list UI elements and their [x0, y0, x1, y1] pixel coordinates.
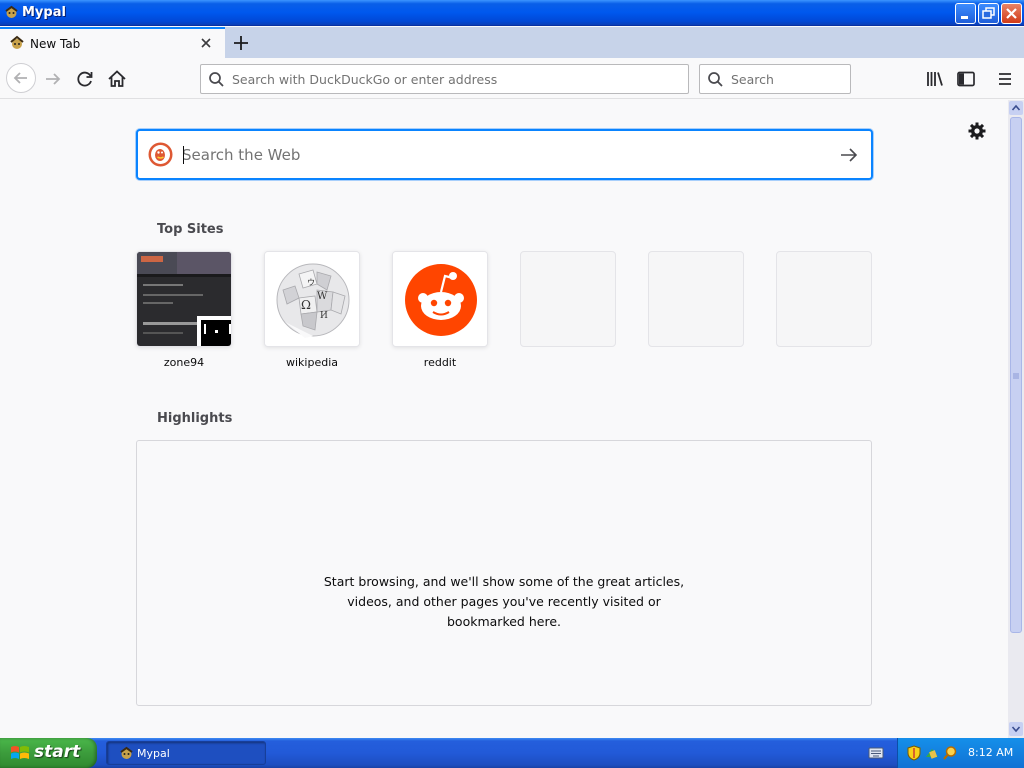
- tab-favicon-icon: [10, 35, 24, 49]
- highlights-message-line: bookmarked here.: [447, 614, 561, 629]
- hamburger-menu-icon[interactable]: [992, 66, 1018, 92]
- duckduckgo-logo-icon: [148, 142, 173, 167]
- top-site-label: reddit: [423, 356, 457, 369]
- web-search-box[interactable]: [136, 129, 873, 180]
- top-site-empty-slot[interactable]: [776, 251, 872, 347]
- top-site-zone94[interactable]: [136, 251, 232, 347]
- scroll-up-button[interactable]: [1009, 101, 1023, 115]
- mypal-app-icon: [120, 746, 133, 759]
- top-site-label: wikipedia: [285, 356, 338, 369]
- library-icon[interactable]: [922, 66, 948, 92]
- search-icon: [708, 72, 723, 87]
- tab-label: New Tab: [30, 37, 81, 51]
- scrollbar-thumb[interactable]: [1010, 117, 1022, 633]
- svg-text:ウ: ウ: [307, 278, 315, 287]
- grip-icon: [1013, 373, 1019, 379]
- restore-icon: [982, 7, 995, 19]
- taskbar-item-mypal[interactable]: Mypal: [106, 741, 266, 765]
- reddit-alien-icon: [393, 252, 487, 346]
- vertical-scrollbar[interactable]: [1008, 100, 1024, 738]
- windows-flag-icon: [11, 746, 29, 759]
- reload-icon[interactable]: [72, 66, 98, 92]
- search-input[interactable]: [731, 65, 841, 93]
- top-site-wikipedia[interactable]: Ω W ウ И: [264, 251, 360, 347]
- minimize-button[interactable]: [955, 3, 976, 24]
- restore-button[interactable]: [978, 3, 999, 24]
- navigation-toolbar: [0, 58, 1024, 99]
- top-site-empty-slot[interactable]: [520, 251, 616, 347]
- top-site-label: zone94: [163, 356, 205, 369]
- back-button[interactable]: [6, 63, 36, 93]
- new-tab-page: Top Sites zone94: [0, 100, 1008, 738]
- sidebar-toggle-icon[interactable]: [953, 66, 979, 92]
- highlights-empty-panel: Start browsing, and we'll show some of t…: [136, 440, 872, 706]
- address-bar[interactable]: [200, 64, 689, 94]
- tab-new-tab[interactable]: New Tab: [0, 27, 225, 58]
- wikipedia-globe-icon: Ω W ウ И: [265, 252, 359, 346]
- search-bar[interactable]: [699, 64, 851, 94]
- scroll-down-button[interactable]: [1009, 722, 1023, 736]
- title-bar[interactable]: Mypal: [0, 0, 1024, 26]
- close-window-button[interactable]: [1001, 3, 1022, 24]
- chevron-up-icon: [1011, 104, 1021, 111]
- tab-strip: New Tab: [0, 27, 1024, 58]
- taskbar-clock[interactable]: 8:12 AM: [968, 746, 1013, 759]
- web-search-input[interactable]: [182, 131, 822, 178]
- svg-text:Ω: Ω: [301, 298, 311, 312]
- gear-icon[interactable]: [966, 120, 988, 142]
- security-shield-icon[interactable]: [906, 745, 922, 761]
- start-button[interactable]: start: [0, 738, 97, 768]
- taskbar-item-label: Mypal: [137, 747, 170, 760]
- window-title: Mypal: [22, 5, 66, 20]
- chevron-down-icon: [1011, 726, 1021, 733]
- top-site-empty-slot[interactable]: [648, 251, 744, 347]
- highlights-heading[interactable]: Highlights: [157, 411, 232, 426]
- close-icon: [1006, 8, 1017, 19]
- top-sites-heading[interactable]: Top Sites: [157, 222, 224, 237]
- highlights-message-line: Start browsing, and we'll show some of t…: [323, 574, 685, 589]
- keyboard-icon[interactable]: [868, 746, 884, 760]
- address-input[interactable]: [232, 65, 672, 93]
- back-arrow-icon: [13, 72, 27, 84]
- svg-text:W: W: [317, 291, 328, 302]
- magnifier-tray-icon[interactable]: [942, 745, 958, 761]
- search-go-arrow-icon[interactable]: [838, 145, 860, 165]
- mypal-app-icon: [5, 5, 18, 18]
- svg-text:И: И: [320, 311, 328, 321]
- highlights-empty-message: Start browsing, and we'll show some of t…: [137, 572, 871, 632]
- system-tray: 8:12 AM: [897, 738, 1024, 768]
- top-site-reddit[interactable]: [392, 251, 488, 347]
- windows-taskbar: start Mypal 8:12 AM: [0, 738, 1024, 768]
- highlights-message-line: videos, and other pages you've recently …: [347, 594, 661, 609]
- forward-arrow-icon[interactable]: [40, 66, 66, 92]
- home-icon[interactable]: [104, 66, 130, 92]
- zone94-screenshot-thumbnail: [137, 252, 231, 346]
- tab-close-icon[interactable]: [199, 36, 213, 50]
- network-icon[interactable]: [924, 745, 940, 761]
- browser-window: Mypal New Tab Search with DuckDuckGo or …: [0, 0, 1024, 738]
- search-icon: [209, 72, 224, 87]
- minimize-icon: [961, 16, 968, 19]
- start-label: start: [34, 742, 81, 762]
- new-tab-plus-icon[interactable]: [230, 32, 252, 54]
- text-caret: [183, 146, 184, 164]
